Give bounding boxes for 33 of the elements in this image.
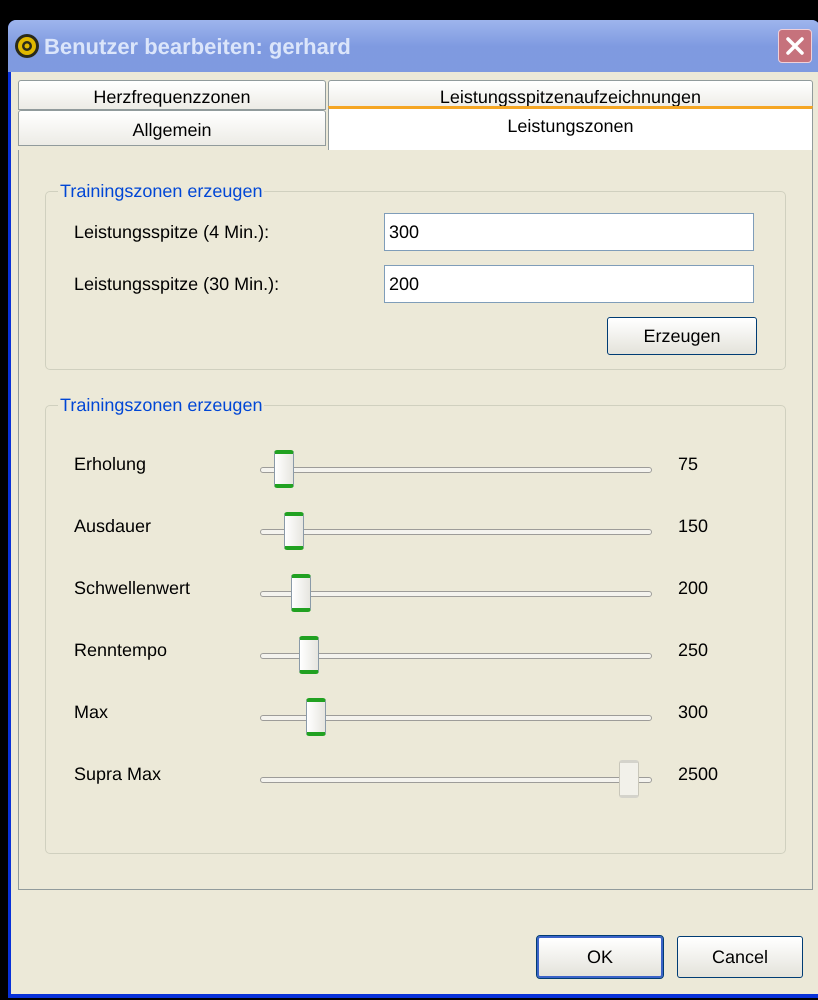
- slider-thumb[interactable]: [291, 574, 312, 612]
- zone-value: 150: [678, 515, 708, 538]
- app-icon: [14, 33, 40, 59]
- generate-button[interactable]: Erzeugen: [607, 317, 757, 355]
- tab[interactable]: Leistungszonen: [328, 106, 813, 150]
- group-title: Trainingszonen erzeugen: [59, 394, 264, 417]
- zone-label: Supra Max: [74, 763, 162, 786]
- field-label: Leistungsspitze (4 Min.):: [74, 220, 270, 244]
- zone-label: Renntempo: [74, 639, 168, 662]
- group-title: Trainingszonen erzeugen: [59, 180, 264, 203]
- zone-label: Ausdauer: [74, 515, 152, 538]
- zone-value: 250: [678, 639, 708, 662]
- slider-thumb[interactable]: [284, 512, 304, 550]
- cancel-button[interactable]: Cancel: [677, 936, 803, 978]
- tab[interactable]: Herzfrequenzzonen: [18, 80, 326, 110]
- close-button[interactable]: [778, 29, 812, 63]
- slider-thumb[interactable]: [306, 698, 326, 736]
- input-field[interactable]: 200: [384, 265, 754, 303]
- slider-thumb[interactable]: [274, 450, 294, 488]
- zone-value: 75: [678, 453, 698, 476]
- zone-value: 300: [678, 701, 708, 724]
- zone-label: Schwellenwert: [74, 577, 192, 600]
- window-title: Benutzer bearbeiten: gerhard: [44, 32, 351, 61]
- zone-label: Erholung: [74, 453, 148, 476]
- slider-thumb[interactable]: [298, 636, 319, 674]
- ok-button[interactable]: OK: [537, 936, 663, 978]
- zone-label: Max: [74, 701, 110, 724]
- field-label: Leistungsspitze (30 Min.):: [74, 272, 280, 296]
- close-icon: [785, 36, 805, 56]
- zone-value: 200: [678, 577, 708, 600]
- zone-value: 2500: [678, 763, 718, 786]
- input-field[interactable]: 300: [384, 213, 754, 251]
- tab[interactable]: Allgemein: [18, 110, 326, 146]
